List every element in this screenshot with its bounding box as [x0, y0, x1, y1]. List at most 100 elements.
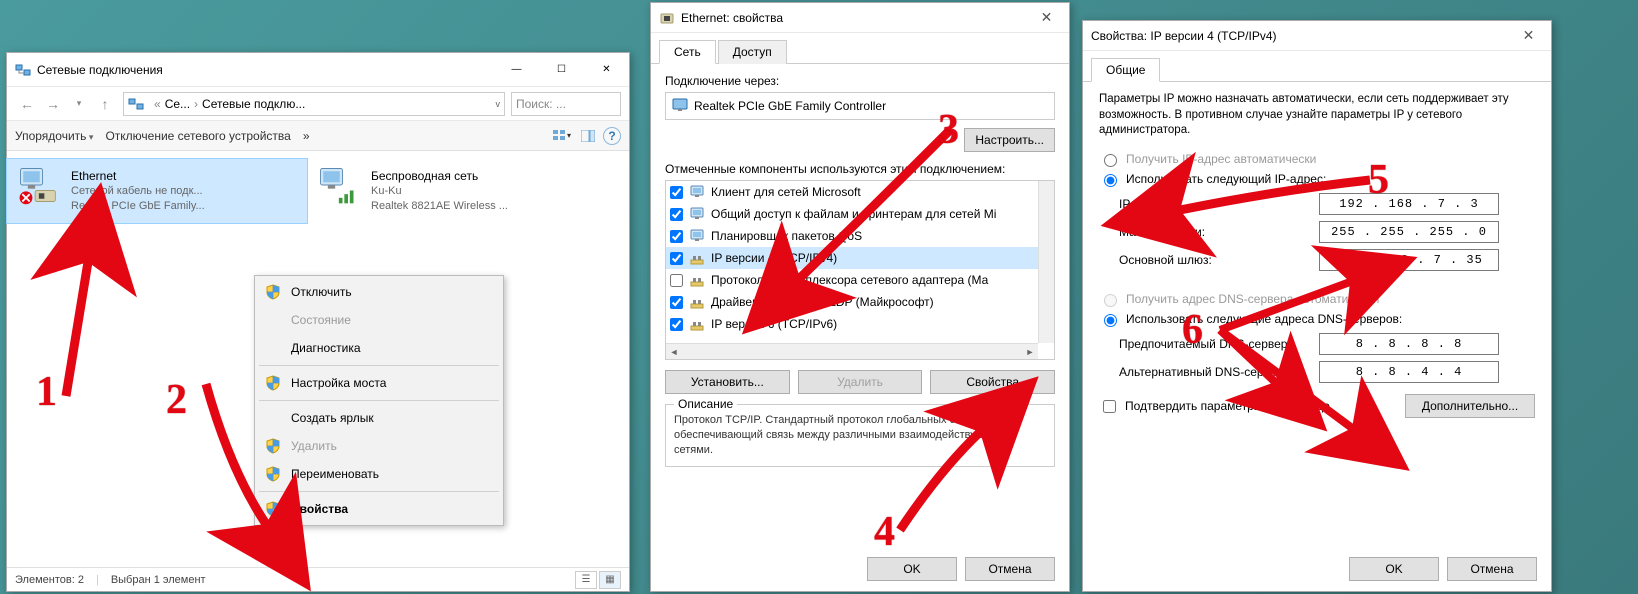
radio-auto-ip[interactable]: Получить IP-адрес автоматически: [1099, 151, 1535, 167]
breadcrumb[interactable]: « Се... › Сетевые подклю... v: [123, 92, 505, 116]
context-menu-label: Состояние: [291, 313, 351, 327]
remove-button[interactable]: Удалить: [798, 370, 923, 394]
cancel-button[interactable]: Отмена: [1447, 557, 1537, 581]
protocol-icon: [689, 250, 705, 266]
dns2-input[interactable]: 8 . 8 . 4 . 4: [1319, 361, 1499, 383]
titlebar[interactable]: Свойства: IP версии 4 (TCP/IPv4) ✕: [1083, 21, 1551, 51]
component-checkbox[interactable]: [670, 296, 683, 309]
shield-icon: [265, 375, 281, 391]
disable-device-button[interactable]: Отключение сетевого устройства: [105, 129, 290, 143]
preview-pane-button[interactable]: [577, 126, 599, 146]
ok-button[interactable]: OK: [867, 557, 957, 581]
maximize-button[interactable]: ☐: [539, 55, 584, 85]
context-menu-label: Свойства: [291, 502, 348, 516]
radio-auto-dns-input: [1104, 294, 1117, 307]
connection-item-ethernet[interactable]: Ethernet Сетевой кабель не подк... Realt…: [7, 159, 307, 223]
component-checkbox[interactable]: [670, 186, 683, 199]
ip-input[interactable]: 192 . 168 . 7 . 3: [1319, 193, 1499, 215]
view-mode-button[interactable]: ▾: [551, 126, 573, 146]
title-text: Свойства: IP версии 4 (TCP/IPv4): [1091, 29, 1506, 43]
nav-back-button[interactable]: ←: [15, 92, 39, 116]
adapter-name: Realtek PCIe GbE Family Controller: [694, 99, 886, 113]
nav-history-button[interactable]: ▾: [67, 92, 91, 116]
component-checkbox[interactable]: [670, 252, 683, 265]
component-checkbox[interactable]: [670, 230, 683, 243]
component-row[interactable]: Драйвер протокола LLDP (Майкрософт): [666, 291, 1038, 313]
context-menu-label: Настройка моста: [291, 376, 386, 390]
titlebar[interactable]: Ethernet: свойства ✕: [651, 3, 1069, 33]
shield-icon: [265, 438, 281, 454]
tab-network[interactable]: Сеть: [659, 40, 716, 64]
component-row[interactable]: Общий доступ к файлам и принтерам для се…: [666, 203, 1038, 225]
gateway-input[interactable]: 192 . 168 . 7 . 35: [1319, 249, 1499, 271]
component-checkbox[interactable]: [670, 274, 683, 287]
context-menu-item[interactable]: Отключить: [257, 278, 501, 306]
titlebar[interactable]: Сетевые подключения — ☐ ✕: [7, 53, 629, 87]
search-input[interactable]: Поиск: ...: [511, 92, 621, 116]
ok-button[interactable]: OK: [1349, 557, 1439, 581]
tab-general[interactable]: Общие: [1091, 58, 1160, 82]
radio-manual-dns[interactable]: Использовать следующие адреса DNS-сервер…: [1099, 311, 1535, 327]
connect-via-label: Подключение через:: [665, 74, 1055, 88]
component-row[interactable]: IP версии 6 (TCP/IPv6): [666, 313, 1038, 335]
description-text: Протокол TCP/IP. Стандартный протокол гл…: [674, 413, 1046, 458]
radio-auto-dns[interactable]: Получить адрес DNS-сервера автоматически: [1099, 291, 1535, 307]
context-menu-item[interactable]: Настройка моста: [257, 369, 501, 397]
help-button[interactable]: ?: [603, 127, 621, 145]
validate-checkbox[interactable]: [1103, 400, 1116, 413]
component-label: Драйвер протокола LLDP (Майкрософт): [711, 295, 934, 309]
context-menu-separator: [259, 365, 499, 366]
organize-menu[interactable]: Упорядочить: [15, 129, 93, 143]
context-menu-separator: [259, 400, 499, 401]
nav-up-button[interactable]: ↑: [93, 92, 117, 116]
component-row[interactable]: IP версии 4 (TCP/IPv4): [666, 247, 1038, 269]
radio-auto-ip-input[interactable]: [1104, 154, 1117, 167]
radio-manual-dns-input[interactable]: [1104, 314, 1117, 327]
scroll-left-arrow[interactable]: ◄: [666, 344, 682, 360]
context-menu-item: Удалить: [257, 432, 501, 460]
close-button[interactable]: ✕: [1024, 5, 1069, 31]
mask-input[interactable]: 255 . 255 . 255 . 0: [1319, 221, 1499, 243]
adapter-icon: [672, 97, 688, 116]
wireless-adapter-icon: [315, 163, 363, 211]
toolbar-overflow[interactable]: »: [303, 129, 310, 143]
component-row[interactable]: Протокол мультиплексора сетевого адаптер…: [666, 269, 1038, 291]
component-row[interactable]: Планировщик пакетов QoS: [666, 225, 1038, 247]
minimize-button[interactable]: —: [494, 55, 539, 85]
context-menu-item[interactable]: Переименовать: [257, 460, 501, 488]
close-button[interactable]: ✕: [584, 55, 629, 85]
close-button[interactable]: ✕: [1506, 23, 1551, 49]
connection-name: Ethernet: [71, 168, 205, 184]
adapter-box: Realtek PCIe GbE Family Controller: [665, 92, 1055, 120]
configure-button[interactable]: Настроить...: [964, 128, 1055, 152]
context-menu-item[interactable]: Свойства: [257, 495, 501, 523]
view-details-button[interactable]: ☰: [575, 571, 597, 589]
nav-forward-button[interactable]: →: [41, 92, 65, 116]
crumb-part[interactable]: Сетевые подклю...: [202, 97, 305, 111]
chevron-down-icon[interactable]: v: [496, 99, 501, 109]
advanced-button[interactable]: Дополнительно...: [1405, 394, 1535, 418]
radio-manual-ip-input[interactable]: [1104, 174, 1117, 187]
chevron-right-icon: «: [154, 97, 161, 111]
install-button[interactable]: Установить...: [665, 370, 790, 394]
address-bar: ← → ▾ ↑ « Се... › Сетевые подклю... v По…: [7, 87, 629, 121]
dns1-input[interactable]: 8 . 8 . 8 . 8: [1319, 333, 1499, 355]
description-group: Описание Протокол TCP/IP. Стандартный пр…: [665, 404, 1055, 467]
scrollbar-vertical[interactable]: [1038, 181, 1054, 343]
component-checkbox[interactable]: [670, 208, 683, 221]
tab-strip: Общие: [1083, 51, 1551, 82]
component-checkbox[interactable]: [670, 318, 683, 331]
view-large-icons-button[interactable]: ▦: [599, 571, 621, 589]
radio-manual-ip[interactable]: Использовать следующий IP-адрес:: [1099, 171, 1535, 187]
context-menu-item[interactable]: Диагностика: [257, 334, 501, 362]
crumb-part[interactable]: Се...: [165, 97, 190, 111]
connection-item-wireless[interactable]: Беспроводная сеть Ku-Ku Realtek 8821AE W…: [307, 159, 607, 223]
tab-access[interactable]: Доступ: [718, 40, 787, 64]
component-row[interactable]: Клиент для сетей Microsoft: [666, 181, 1038, 203]
connection-name: Беспроводная сеть: [371, 168, 508, 184]
cancel-button[interactable]: Отмена: [965, 557, 1055, 581]
scroll-right-arrow[interactable]: ►: [1022, 344, 1038, 360]
context-menu-item[interactable]: Создать ярлык: [257, 404, 501, 432]
properties-button[interactable]: Свойства: [930, 370, 1055, 394]
scrollbar-horizontal[interactable]: ◄ ►: [666, 343, 1038, 359]
